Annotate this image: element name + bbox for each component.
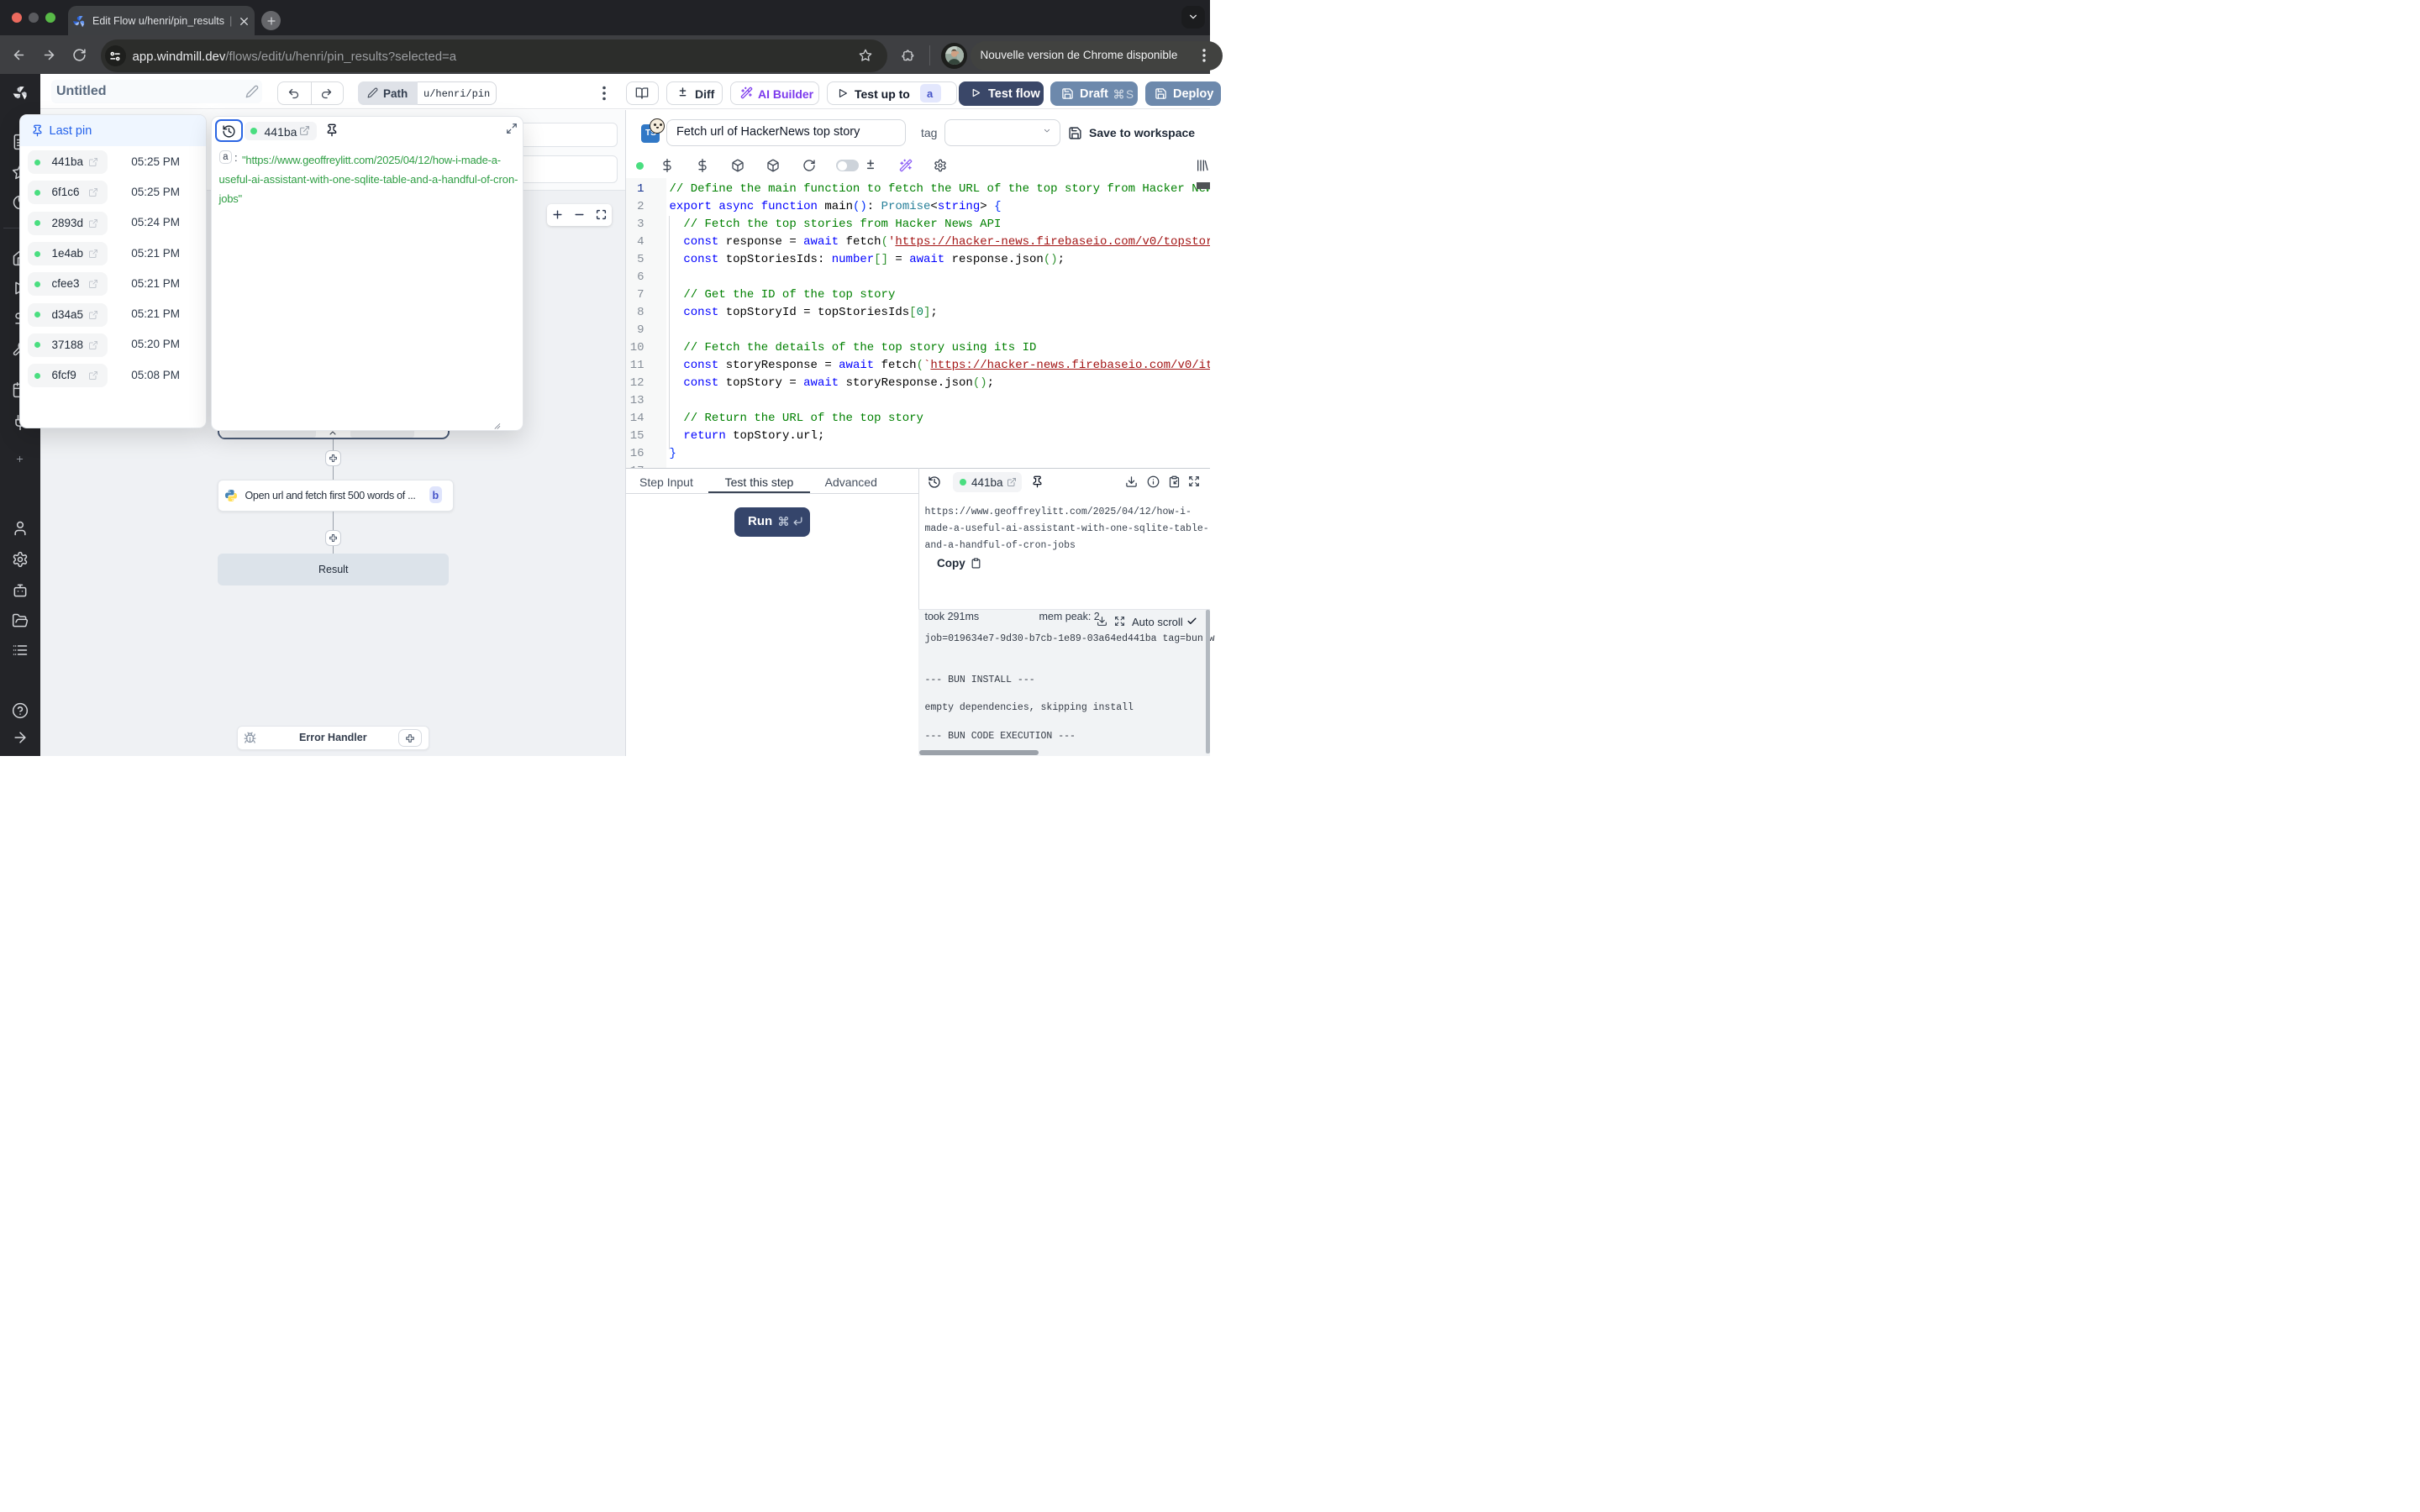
svg-text:S: S — [1126, 88, 1134, 101]
